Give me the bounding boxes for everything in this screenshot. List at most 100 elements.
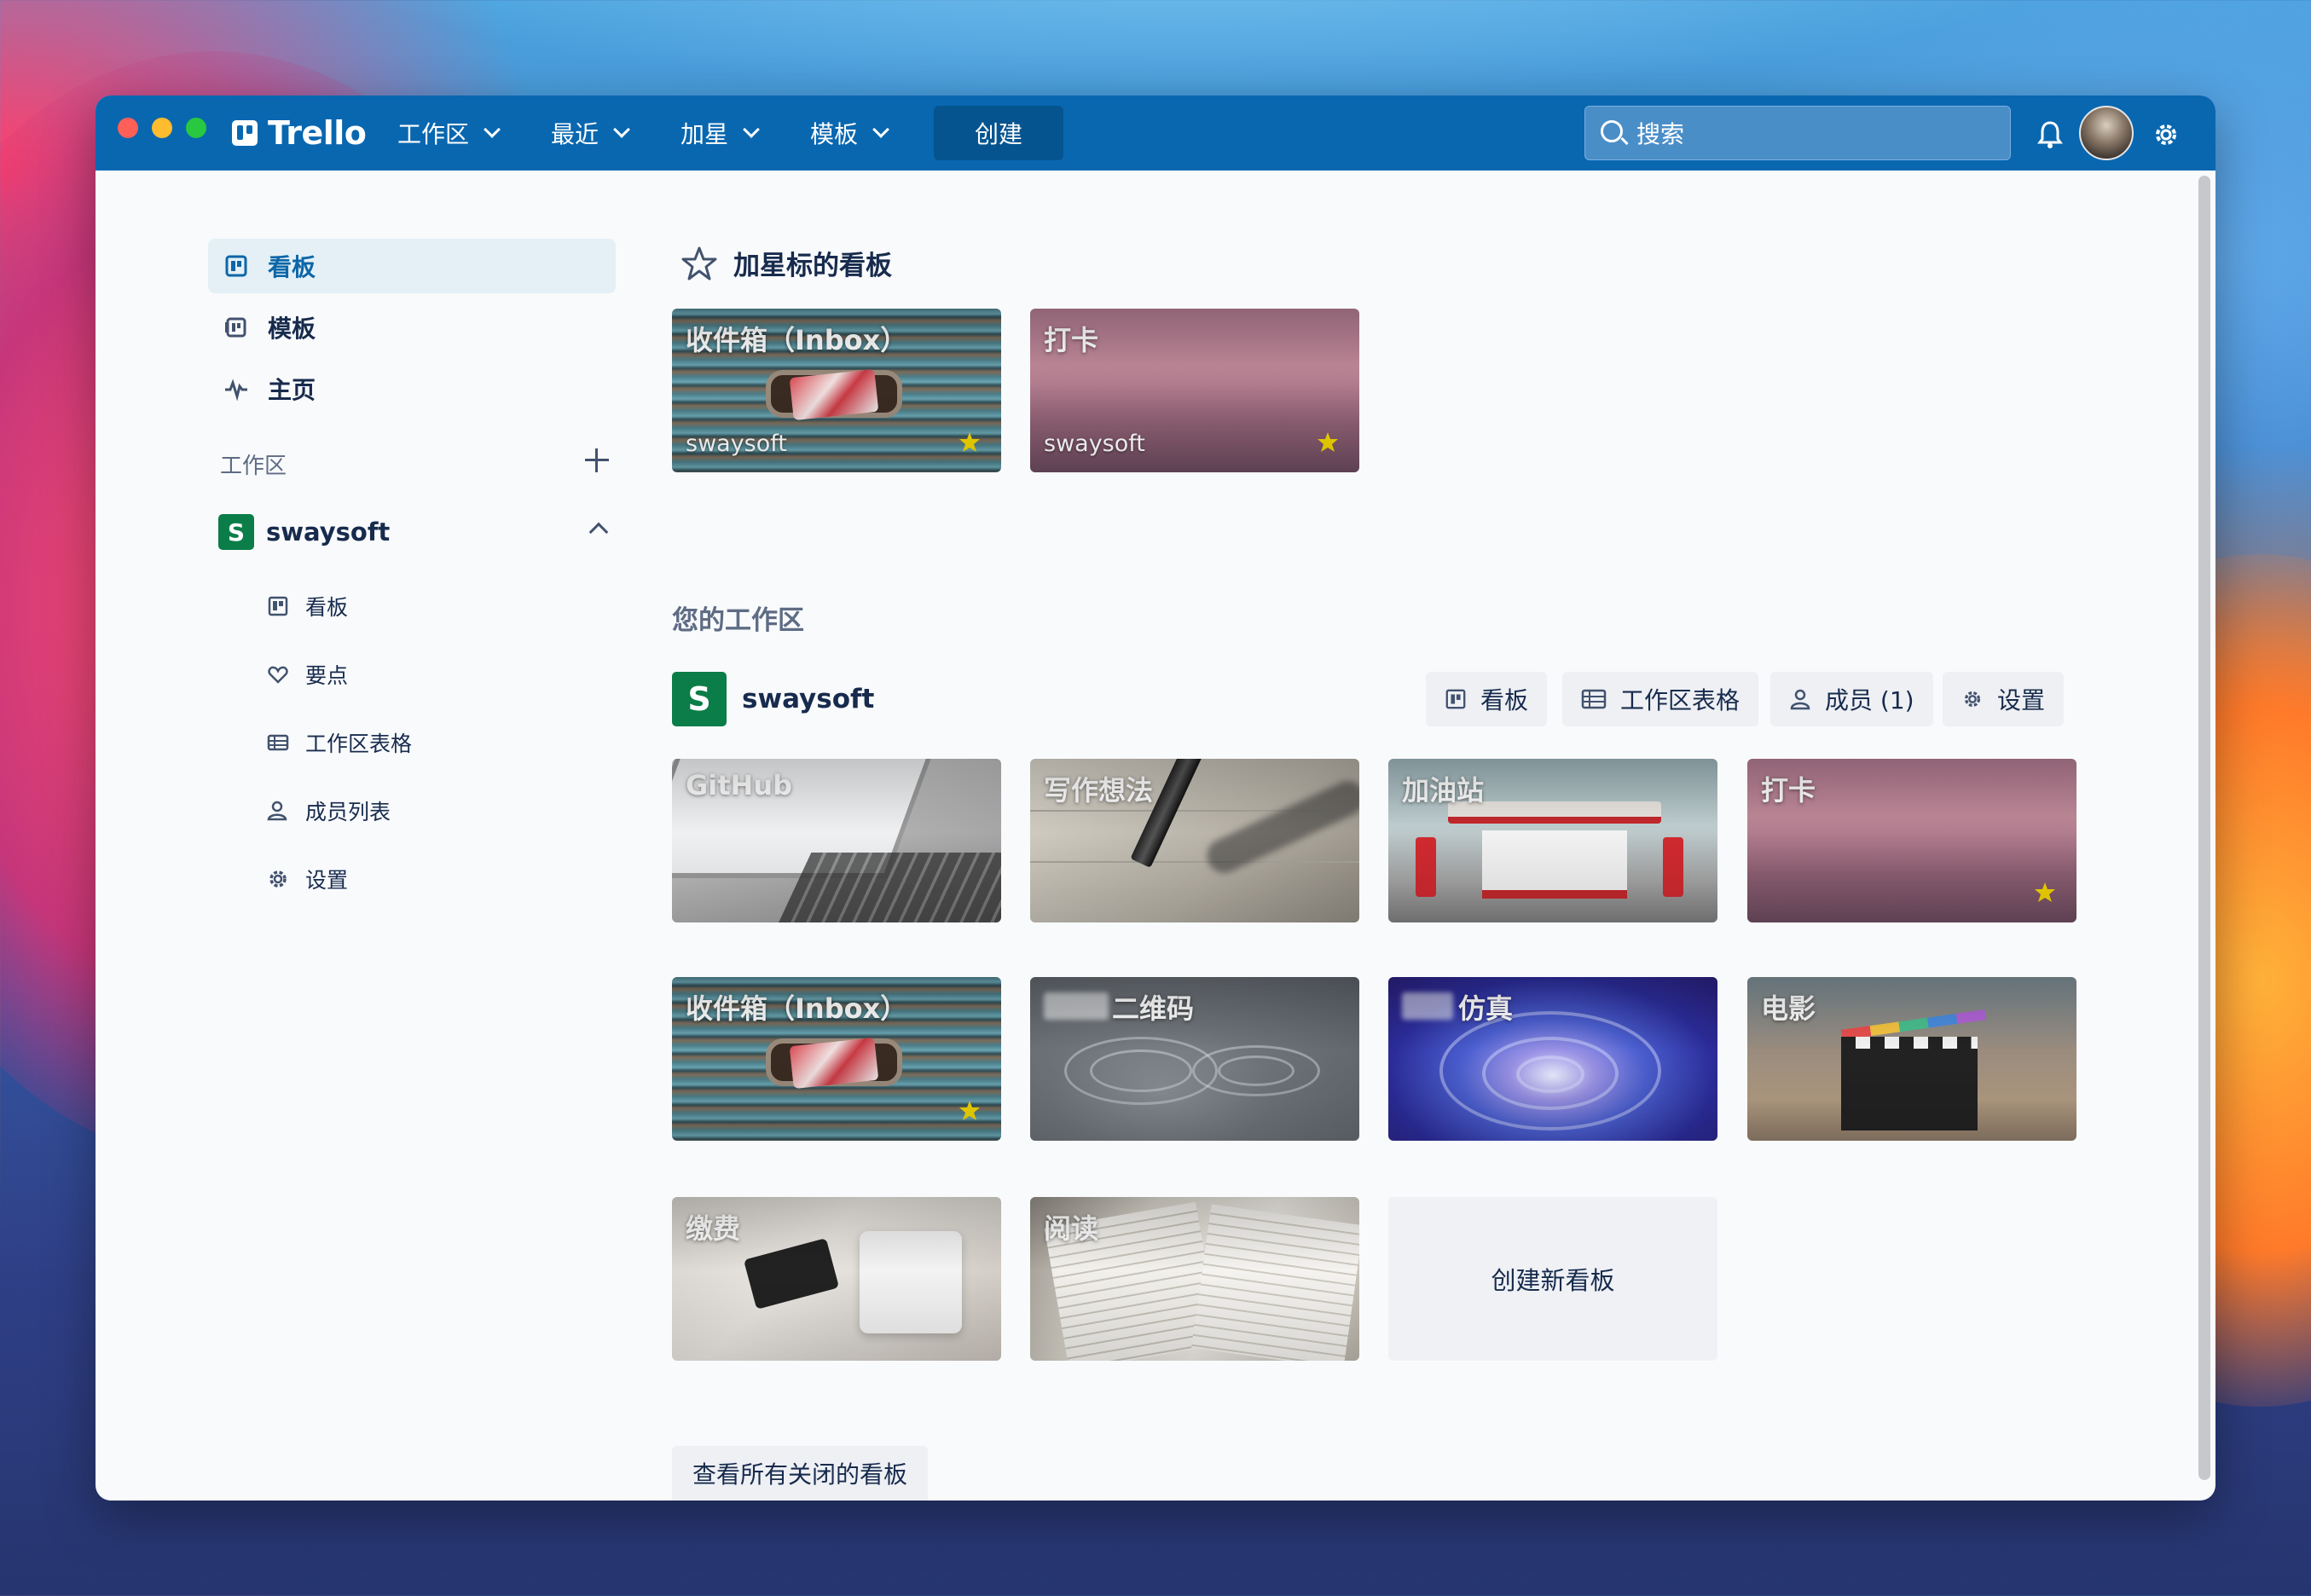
board-tile-checkin[interactable]: 打卡 — [1747, 759, 2076, 922]
sidebar-workspace-item-boards[interactable]: 看板 — [266, 585, 348, 627]
section-title: 加星标的看板 — [733, 251, 892, 281]
add-workspace-icon[interactable] — [585, 448, 609, 472]
blurred-text — [1044, 992, 1109, 1020]
nav-label: 工作区 — [397, 120, 470, 148]
workspace-tab-settings[interactable]: 设置 — [1943, 672, 2065, 726]
workspace-badge: S — [672, 672, 727, 726]
sidebar-workspace-item-settings[interactable]: 设置 — [266, 858, 348, 900]
create-button[interactable]: 创建 — [934, 106, 1063, 160]
board-tile-simulation[interactable]: 仿真 — [1388, 977, 1717, 1141]
star-filled-icon[interactable] — [2034, 882, 2056, 904]
sidebar-item-label: 主页 — [268, 376, 316, 404]
workspace-tab-table[interactable]: 工作区表格 — [1562, 672, 1759, 726]
gear-icon[interactable] — [2149, 118, 2183, 152]
trello-logo-icon — [232, 120, 258, 146]
top-navigation-bar: Trello 工作区 最近 加星 模板 创建 搜索 — [96, 95, 2215, 171]
blurred-text — [1402, 992, 1453, 1020]
sidebar-workspace-item-label: 设置 — [305, 868, 349, 893]
star-filled-icon[interactable] — [1317, 431, 1339, 454]
your-workspaces-heading: 您的工作区 — [672, 605, 804, 636]
workspace-heading: S swaysoft — [672, 672, 874, 726]
sidebar-item-templates[interactable]: 模板 — [208, 300, 616, 355]
board-tile-github[interactable]: GitHub — [672, 759, 1001, 922]
vertical-scrollbar[interactable] — [2198, 176, 2210, 1480]
view-closed-boards-button[interactable]: 查看所有关闭的看板 — [672, 1446, 928, 1501]
board-tile-inbox[interactable]: 收件箱（Inbox） — [672, 977, 1001, 1141]
sidebar-item-label: 看板 — [268, 253, 316, 281]
trello-logo[interactable]: Trello — [232, 114, 367, 152]
nav-templates-dropdown[interactable]: 模板 — [810, 114, 889, 152]
window-zoom-button[interactable] — [186, 118, 206, 138]
tile-bg-shape — [1482, 830, 1627, 899]
board-title: 二维码 — [1112, 992, 1195, 1025]
sidebar-workspace-item-label: 看板 — [305, 595, 349, 620]
board-tile-starred-checkin[interactable]: 打卡 swaysoft — [1030, 309, 1359, 472]
board-icon — [268, 596, 288, 616]
nav-starred-dropdown[interactable]: 加星 — [681, 114, 760, 152]
board-tile-payments[interactable]: 缴费 — [672, 1197, 1001, 1361]
workspace-tab-members[interactable]: 成员 (1) — [1770, 672, 1933, 726]
tab-label: 工作区表格 — [1620, 686, 1740, 714]
user-avatar[interactable] — [2079, 106, 2134, 160]
tile-bg-shape — [1030, 861, 1359, 863]
gear-icon — [1964, 691, 1981, 708]
tile-bg-shape — [1201, 775, 1359, 879]
sidebar-workspace-item-members[interactable]: 成员列表 — [266, 789, 391, 832]
window-close-button[interactable] — [118, 118, 138, 138]
search-icon — [1601, 120, 1623, 142]
chevron-down-icon — [872, 121, 889, 138]
tile-bg-shape — [1840, 1009, 1987, 1040]
workspace-badge: S — [218, 514, 254, 550]
board-title: 加油站 — [1402, 774, 1485, 807]
gear-icon — [269, 870, 287, 888]
sidebar-item-boards[interactable]: 看板 — [208, 239, 616, 293]
chevron-up-icon — [588, 522, 609, 542]
chevron-down-icon — [743, 121, 760, 138]
board-tile-starred-inbox[interactable]: 收件箱（Inbox） swaysoft — [672, 309, 1001, 472]
star-filled-icon[interactable] — [959, 431, 981, 454]
nav-workspaces-dropdown[interactable]: 工作区 — [397, 114, 501, 152]
sidebar-item-label: 模板 — [268, 315, 316, 343]
board-icon — [1445, 689, 1466, 709]
tile-bg-shape — [1191, 1204, 1359, 1361]
search-input[interactable]: 搜索 — [1584, 106, 2011, 160]
members-icon — [267, 801, 287, 821]
nav-label: 模板 — [810, 120, 859, 148]
table-icon — [1581, 689, 1607, 709]
create-new-board-button[interactable]: 创建新看板 — [1388, 1197, 1717, 1361]
sidebar-workspace-item-table[interactable]: 工作区表格 — [266, 721, 412, 764]
tile-bg-shape — [1218, 1055, 1295, 1086]
board-title: 写作想法 — [1044, 774, 1154, 807]
sidebar-item-home[interactable]: 主页 — [208, 361, 616, 416]
workspace-tab-boards[interactable]: 看板 — [1426, 672, 1548, 726]
sidebar-workspace-item-label: 要点 — [305, 663, 349, 688]
sidebar-workspace-item-highlights[interactable]: 要点 — [266, 653, 348, 696]
notification-bell-icon[interactable] — [2033, 118, 2067, 152]
board-tile-movies[interactable]: 电影 — [1747, 977, 2076, 1141]
board-tile-reading[interactable]: 阅读 — [1030, 1197, 1359, 1361]
board-title: 电影 — [1761, 992, 1816, 1025]
activity-icon — [225, 379, 247, 402]
board-tile-writing-ideas[interactable]: 写作想法 — [1030, 759, 1359, 922]
chevron-down-icon — [484, 121, 501, 138]
template-icon — [225, 317, 246, 338]
table-icon — [267, 734, 289, 751]
logo-text: Trello — [268, 114, 367, 152]
tab-label: 看板 — [1480, 686, 1529, 714]
nav-recent-dropdown[interactable]: 最近 — [551, 114, 630, 152]
board-tile-gas-station[interactable]: 加油站 — [1388, 759, 1717, 922]
person-icon — [1790, 689, 1810, 710]
star-filled-icon[interactable] — [959, 1100, 981, 1122]
sidebar-workspace-item-label: 成员列表 — [305, 800, 391, 824]
sidebar-workspaces-heading: 工作区 — [220, 454, 287, 479]
starred-boards-heading: 加星标的看板 — [681, 244, 892, 282]
workspace-name: swaysoft — [742, 684, 875, 714]
board-tile-qr-code[interactable]: 二维码 — [1030, 977, 1359, 1141]
tab-label: 成员 (1) — [1825, 686, 1914, 714]
sidebar-workspace-toggle[interactable]: S swaysoft — [218, 506, 619, 558]
tile-bg-shape — [1663, 837, 1683, 897]
chevron-down-icon — [613, 121, 630, 138]
window-minimize-button[interactable] — [152, 118, 172, 138]
tile-bg-shape — [789, 1037, 879, 1090]
board-title: 缴费 — [686, 1212, 741, 1245]
